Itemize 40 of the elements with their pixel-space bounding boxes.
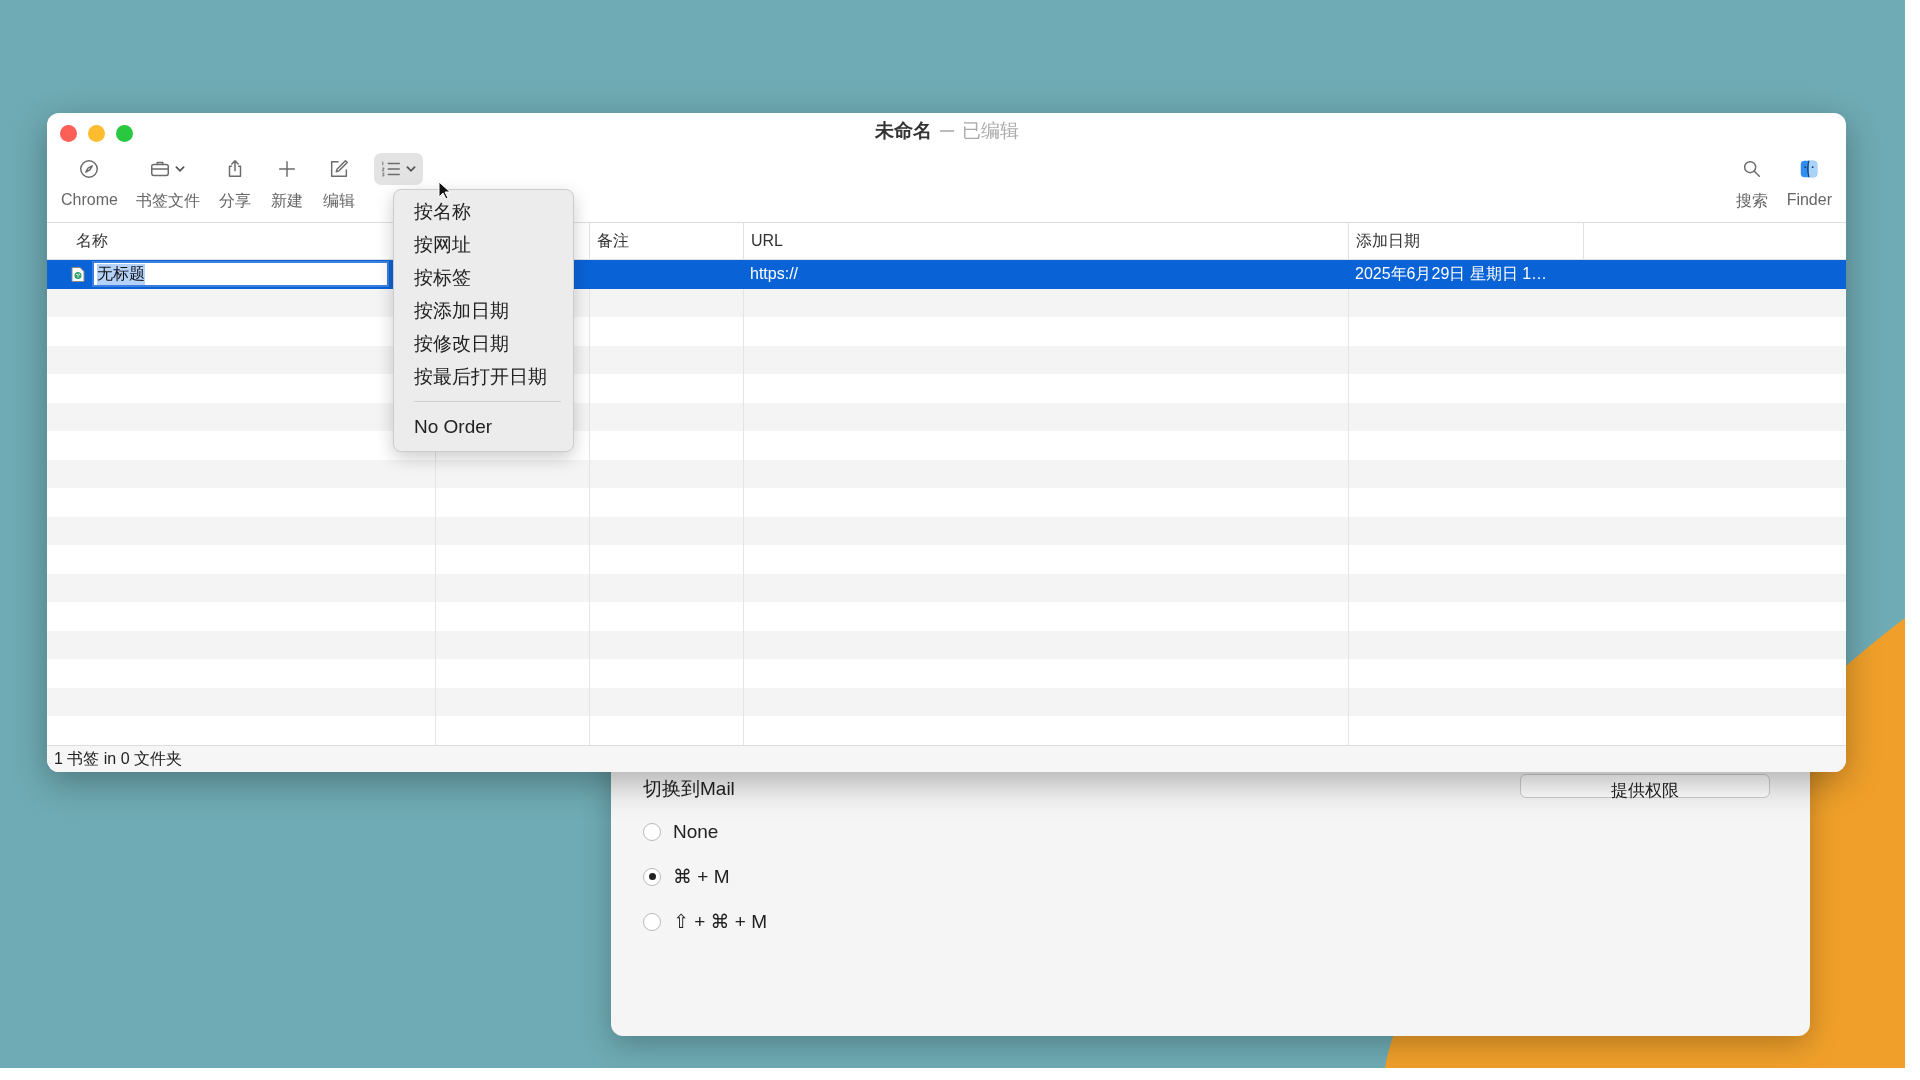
menu-item[interactable]: No Order: [414, 410, 561, 443]
column-header[interactable]: 添加日期: [1348, 223, 1583, 259]
window-title: 未命名: [874, 119, 932, 143]
compass-icon: [78, 158, 101, 180]
toolbar-button[interactable]: 书签文件: [129, 153, 206, 212]
status-bar-text: 1 书签 in 0 文件夹: [47, 745, 1846, 772]
option-label: None: [673, 820, 719, 843]
menu-item[interactable]: 按标签: [414, 261, 561, 294]
minimize-window-button[interactable]: [88, 125, 105, 142]
radio-button[interactable]: [643, 822, 661, 841]
close-window-button[interactable]: [60, 125, 77, 142]
toolbar-button[interactable]: 分享: [211, 153, 258, 212]
radio-button[interactable]: [643, 912, 661, 931]
column-header[interactable]: 备注: [589, 223, 743, 259]
radio-button[interactable]: [643, 867, 661, 886]
name-input-field[interactable]: 无标题: [92, 261, 389, 288]
toolbar-button[interactable]: 编辑: [315, 153, 362, 212]
title-dash: [939, 130, 954, 132]
menu-item[interactable]: 按名称: [414, 195, 561, 228]
column-header[interactable]: URL: [743, 223, 1348, 259]
menu-item[interactable]: 按最后打开日期: [414, 360, 561, 393]
menu-item[interactable]: 按网址: [414, 228, 561, 261]
menu-item[interactable]: 按修改日期: [414, 327, 561, 360]
web-document-icon: [71, 265, 85, 283]
edited-status: 已编辑: [961, 119, 1019, 143]
caret-icon: [404, 163, 417, 175]
toolbar-button[interactable]: 搜索: [1728, 153, 1775, 212]
option-label: ⇧ + ⌘ + M: [673, 910, 768, 933]
caret-icon: [174, 163, 187, 175]
toolbar-button[interactable]: 新建: [263, 153, 310, 212]
section-label: 切换到Mail: [643, 777, 735, 801]
table-cell-text: 2025年6月29日 星期日 1…: [1354, 263, 1549, 284]
table-cell-text: https://: [749, 264, 800, 285]
menu-item[interactable]: 按添加日期: [414, 294, 561, 327]
permission-button[interactable]: 提供权限: [1520, 774, 1770, 798]
pointer-cursor-icon: [438, 181, 452, 201]
toolbar-button[interactable]: Finder: [1780, 153, 1838, 212]
zoom-window-button[interactable]: [116, 125, 133, 142]
option-label: ⌘ + M: [673, 865, 730, 888]
toolbar-button[interactable]: Chrome: [55, 153, 124, 212]
